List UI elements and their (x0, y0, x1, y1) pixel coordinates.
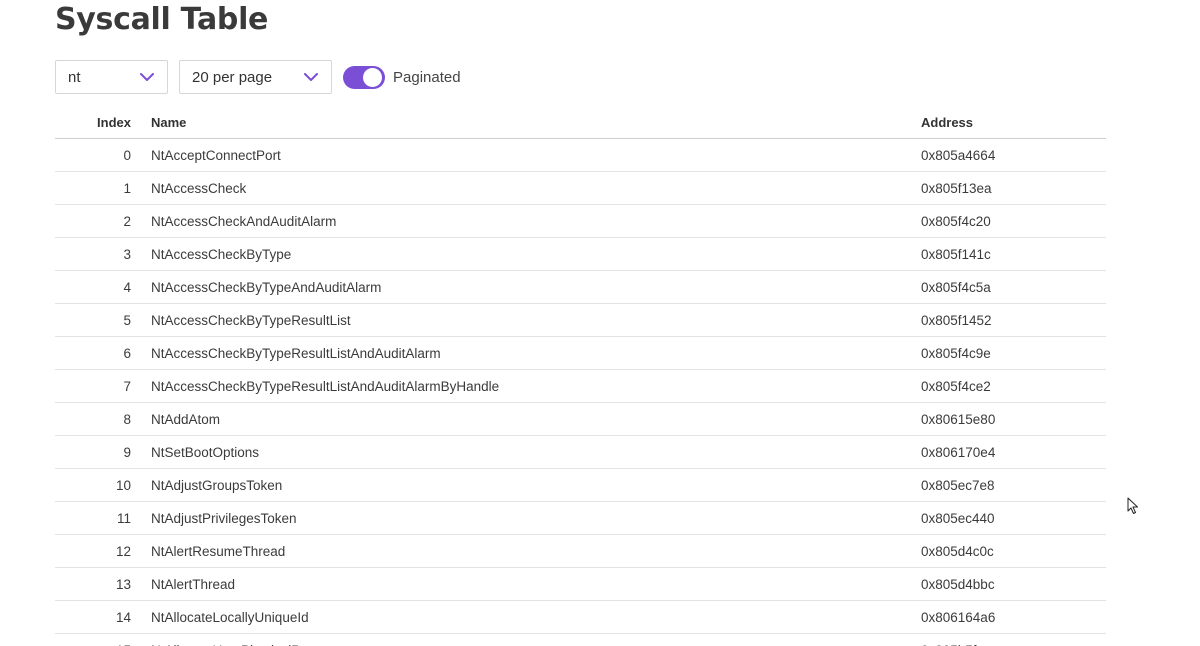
table-body: 0 NtAcceptConnectPort 0x805a4664 1 NtAccessC… (55, 138, 1106, 646)
row-index: 2 (55, 204, 151, 238)
table-row[interactable]: 13 NtAlertThread 0x805d4bbc (55, 567, 1106, 601)
row-index: 0 (55, 138, 151, 172)
row-address: 0x805f13ea (921, 171, 1106, 205)
row-address: 0x806170e4 (921, 435, 1106, 469)
table-row[interactable]: 11 NtAdjustPrivilegesToken 0x805ec440 (55, 501, 1106, 535)
table-row[interactable]: 1 NtAccessCheck 0x805f13ea (55, 171, 1106, 205)
row-index: 1 (55, 171, 151, 205)
row-name: NtAccessCheckByTypeResultList (151, 303, 921, 337)
row-address: 0x805d4bbc (921, 567, 1106, 601)
table-header-row: Index Name Address (55, 106, 1106, 139)
row-address: 0x80615e80 (921, 402, 1106, 436)
row-name: NtAccessCheck (151, 171, 921, 205)
syscall-set-select[interactable]: nt (55, 60, 168, 94)
row-address: 0x805f141c (921, 237, 1106, 271)
row-index: 13 (55, 567, 151, 601)
table-row[interactable]: 8 NtAddAtom 0x80615e80 (55, 402, 1106, 436)
controls-bar: nt 20 per page Paginated (55, 60, 461, 94)
row-address: 0x805f1452 (921, 303, 1106, 337)
table-row[interactable]: 9 NtSetBootOptions 0x806170e4 (55, 435, 1106, 469)
row-name: NtAddAtom (151, 402, 921, 436)
syscall-set-value: nt (68, 68, 81, 86)
row-address: 0x805f4ce2 (921, 369, 1106, 403)
row-address: 0x805b5fea (921, 633, 1106, 646)
table-row[interactable]: 14 NtAllocateLocallyUniqueId 0x806164a6 (55, 600, 1106, 634)
toggle-switch[interactable] (343, 65, 385, 89)
row-index: 12 (55, 534, 151, 568)
row-index: 9 (55, 435, 151, 469)
row-address: 0x805f4c5a (921, 270, 1106, 304)
row-index: 3 (55, 237, 151, 271)
row-name: NtAllocateUserPhysicalPages (151, 633, 921, 646)
row-name: NtAccessCheckByTypeResultListAndAuditAla… (151, 336, 921, 370)
row-address: 0x805f4c9e (921, 336, 1106, 370)
row-name: NtAcceptConnectPort (151, 138, 921, 172)
row-index: 15 (55, 633, 151, 646)
row-name: NtAccessCheckByTypeResultListAndAuditAla… (151, 369, 921, 403)
row-address: 0x805d4c0c (921, 534, 1106, 568)
row-address: 0x805ec7e8 (921, 468, 1106, 502)
row-name: NtAccessCheckByType (151, 237, 921, 271)
row-index: 5 (55, 303, 151, 337)
chevron-down-icon (139, 69, 155, 85)
row-index: 7 (55, 369, 151, 403)
chevron-down-icon (303, 69, 319, 85)
syscall-table: Index Name Address 0 NtAcceptConnectPort 0… (55, 106, 1106, 646)
table-row[interactable]: 5 NtAccessCheckByTypeResultList 0x805f1452 (55, 303, 1106, 337)
table-row[interactable]: 7 NtAccessCheckByTypeResultListAndAuditAl… (55, 369, 1106, 403)
name-column-header[interactable]: Name (151, 106, 921, 139)
row-address: 0x806164a6 (921, 600, 1106, 634)
row-address: 0x805ec440 (921, 501, 1106, 535)
row-index: 4 (55, 270, 151, 304)
paginated-label: Paginated (393, 68, 461, 86)
page-size-value: 20 per page (192, 68, 273, 86)
row-address: 0x805f4c20 (921, 204, 1106, 238)
table-row[interactable]: 2 NtAccessCheckAndAuditAlarm 0x805f4c20 (55, 204, 1106, 238)
table-row[interactable]: 6 NtAccessCheckByTypeResultListAndAuditAl… (55, 336, 1106, 370)
row-index: 14 (55, 600, 151, 634)
row-name: NtAllocateLocallyUniqueId (151, 600, 921, 634)
row-name: NtAccessCheckAndAuditAlarm (151, 204, 921, 238)
table-row[interactable]: 3 NtAccessCheckByType 0x805f141c (55, 237, 1106, 271)
row-name: NtAdjustPrivilegesToken (151, 501, 921, 535)
row-name: NtSetBootOptions (151, 435, 921, 469)
row-name: NtAlertThread (151, 567, 921, 601)
page-size-select[interactable]: 20 per page (179, 60, 332, 94)
row-index: 10 (55, 468, 151, 502)
row-index: 11 (55, 501, 151, 535)
table-row[interactable]: 0 NtAcceptConnectPort 0x805a4664 (55, 138, 1106, 172)
table-row[interactable]: 4 NtAccessCheckByTypeAndAuditAlarm 0x805f4… (55, 270, 1106, 304)
syscall-table-page: Syscall Table nt 20 per page Paginated I… (0, 0, 1200, 646)
row-index: 8 (55, 402, 151, 436)
mouse-pointer-icon (1127, 497, 1139, 515)
index-column-header[interactable]: Index (55, 106, 151, 139)
row-name: NtAccessCheckByTypeAndAuditAlarm (151, 270, 921, 304)
table-row[interactable]: 15NtAllocateUserPhysicalPages0x805b5fea (55, 633, 1106, 646)
row-address: 0x805a4664 (921, 138, 1106, 172)
toggle-knob (363, 67, 382, 87)
paginated-toggle[interactable]: Paginated (343, 65, 461, 89)
row-name: NtAlertResumeThread (151, 534, 921, 568)
table-row[interactable]: 10 NtAdjustGroupsToken 0x805ec7e8 (55, 468, 1106, 502)
address-column-header[interactable]: Address (921, 106, 1106, 139)
row-name: NtAdjustGroupsToken (151, 468, 921, 502)
table-row[interactable]: 12 NtAlertResumeThread 0x805d4c0c (55, 534, 1106, 568)
row-index: 6 (55, 336, 151, 370)
page-title: Syscall Table (55, 2, 269, 37)
